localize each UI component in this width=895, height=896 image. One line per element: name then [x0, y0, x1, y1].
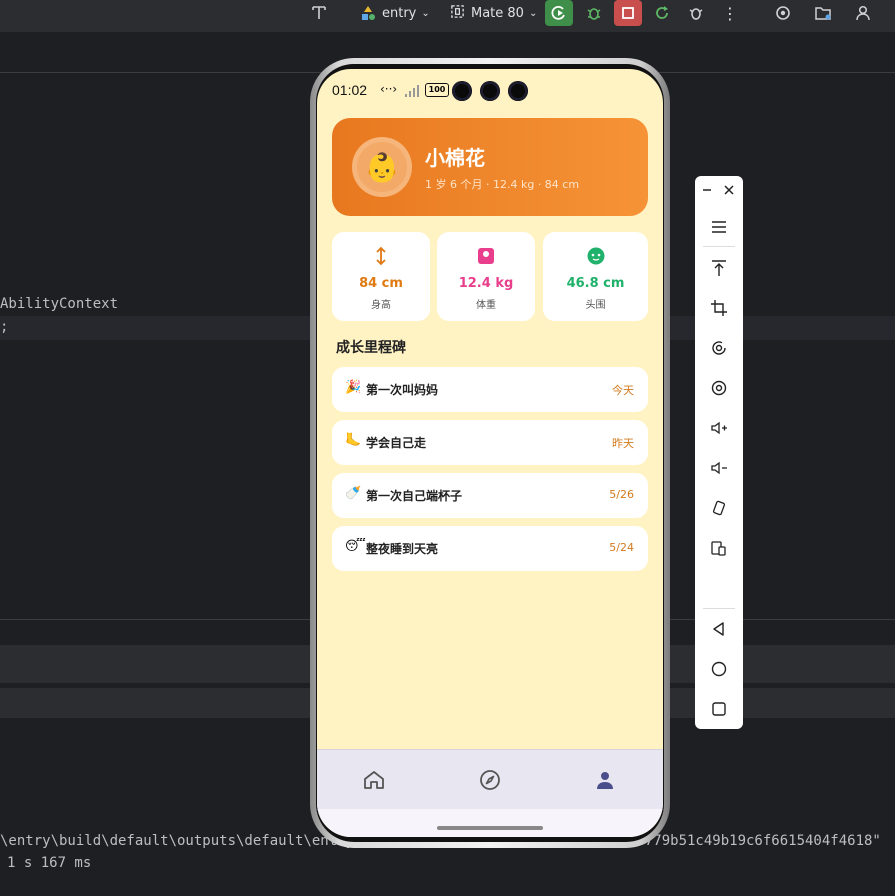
stat-label: 体重	[476, 300, 496, 311]
camera-dot-icon	[508, 81, 528, 101]
battery-icon: 100	[425, 83, 449, 97]
foot-icon: 🦶	[345, 433, 362, 448]
volume-down-icon[interactable]	[707, 456, 731, 480]
milestone-item[interactable]: 🦶 学会自己走 昨天	[332, 420, 648, 465]
milestone-title: 第一次叫妈妈	[366, 383, 439, 397]
stat-card-height[interactable]: 84 cm 身高	[332, 232, 430, 321]
target-icon[interactable]	[769, 0, 797, 26]
crop-icon[interactable]	[707, 296, 731, 320]
folder-icon[interactable]	[809, 0, 837, 26]
volume-up-icon[interactable]	[707, 416, 731, 440]
milestone-item[interactable]: 😴 整夜睡到天亮 5/24	[332, 526, 648, 571]
menu-icon[interactable]	[707, 215, 731, 239]
baby-name: 小棉花	[425, 146, 485, 170]
party-icon: 🎉	[345, 380, 362, 395]
multi-device-icon[interactable]	[707, 536, 731, 560]
recents-icon[interactable]	[707, 697, 731, 721]
compass-icon[interactable]	[478, 768, 502, 792]
signal-icon	[404, 83, 420, 102]
gesture-area	[317, 809, 663, 837]
chevron-down-icon: ⌄	[421, 7, 430, 19]
stop-button[interactable]	[614, 0, 642, 26]
milestones-title: 成长里程碑	[336, 340, 406, 356]
console-path: \entry\build\default\outputs\default\ent…	[0, 833, 355, 849]
baby-profile-card[interactable]: 👶 小棉花 1 岁 6 个月 · 12.4 kg · 84 cm	[332, 118, 648, 216]
pin-top-icon[interactable]	[707, 256, 731, 280]
phone-screen: 01:02 ‹··› 100 👶 小棉花 1 岁 6 个月 · 12.4 kg …	[317, 69, 663, 837]
milestone-item[interactable]: 🍼 第一次自己端杯子 5/26	[332, 473, 648, 518]
minimize-icon[interactable]	[697, 178, 717, 202]
stat-value: 46.8 cm	[566, 276, 625, 291]
baby-meta: 1 岁 6 个月 · 12.4 kg · 84 cm	[425, 178, 580, 191]
bottom-tab-bar	[317, 749, 663, 810]
code-line: AbilityContext	[0, 296, 119, 312]
baby-bottle-icon: 🍼	[345, 486, 362, 501]
home-icon[interactable]	[362, 768, 386, 792]
scale-icon	[478, 248, 494, 264]
milestone-date: 5/24	[609, 541, 634, 554]
milestone-title: 学会自己走	[366, 436, 427, 450]
rotate-icon[interactable]	[707, 336, 731, 360]
back-icon[interactable]	[707, 617, 731, 641]
chevron-down-icon: ⌄	[528, 7, 538, 19]
stat-value: 12.4 kg	[458, 276, 514, 291]
console-time: 1 s 167 ms	[7, 855, 92, 871]
camera-dot-icon	[480, 81, 500, 101]
emulator-control-panel	[695, 176, 743, 729]
close-icon[interactable]	[719, 178, 739, 202]
stat-card-head[interactable]: 46.8 cm 头围	[543, 232, 648, 321]
stat-card-weight[interactable]: 12.4 kg 体重	[437, 232, 535, 321]
status-time: 01:02	[332, 82, 368, 98]
sleeping-face-icon: 😴	[345, 539, 366, 554]
device-label: Mate 80	[471, 5, 524, 21]
rotate-device-icon[interactable]	[707, 496, 731, 520]
stat-label: 头围	[585, 300, 606, 311]
account-icon[interactable]	[849, 0, 877, 26]
apply-changes-icon[interactable]	[648, 0, 676, 26]
avatar: 👶	[352, 137, 412, 197]
status-bar: 01:02 ‹··› 100	[317, 69, 663, 113]
camera-dot-icon	[452, 81, 472, 101]
stat-value: 84 cm	[359, 276, 403, 291]
baby-face-icon	[587, 247, 604, 265]
panel-divider	[703, 608, 735, 609]
attach-debugger-icon[interactable]	[682, 0, 710, 26]
milestone-date: 5/26	[609, 488, 634, 501]
milestone-date: 今天	[612, 384, 634, 397]
ide-toolbar: entry ⌄ Mate 80 ⌄ ⋮	[0, 0, 895, 33]
stat-label: 身高	[371, 300, 391, 311]
person-icon[interactable]	[593, 768, 617, 792]
debug-icon[interactable]	[580, 0, 608, 26]
milestone-title: 第一次自己端杯子	[366, 489, 463, 503]
module-icon	[360, 5, 376, 21]
run-config-selector[interactable]: entry ⌄	[360, 0, 430, 26]
text-tool-icon[interactable]	[305, 0, 333, 26]
milestone-title: 整夜睡到天亮	[366, 542, 439, 556]
run-config-label: entry	[382, 5, 417, 21]
console-hash: ab779b51c49b19c6f6615404f4618"	[628, 833, 881, 849]
device-icon	[450, 4, 465, 23]
data-transfer-icon: ‹··›	[380, 82, 398, 96]
device-selector[interactable]: Mate 80 ⌄	[450, 0, 537, 26]
height-arrow-icon	[376, 246, 386, 266]
baby-avatar-icon: 👶	[357, 142, 407, 192]
screenshot-icon[interactable]	[707, 376, 731, 400]
milestone-item[interactable]: 🎉 第一次叫妈妈 今天	[332, 367, 648, 412]
home-indicator[interactable]	[437, 826, 543, 830]
code-line: ;	[0, 319, 9, 335]
milestone-date: 昨天	[612, 437, 634, 450]
more-options-icon[interactable]: ⋮	[716, 0, 744, 26]
rerun-button[interactable]	[545, 0, 573, 26]
panel-divider	[703, 246, 735, 247]
home-button-icon[interactable]	[707, 657, 731, 681]
